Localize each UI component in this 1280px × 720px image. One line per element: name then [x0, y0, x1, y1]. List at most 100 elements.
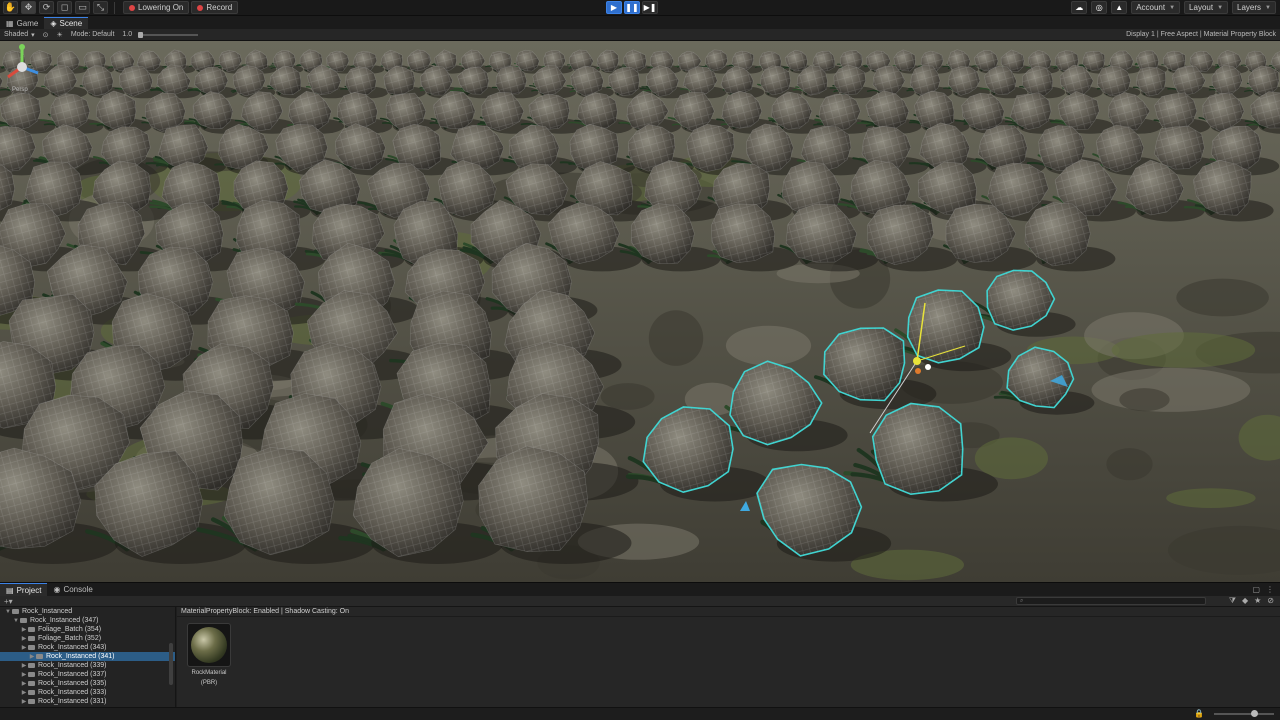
terrain-patch [974, 437, 1048, 480]
toolbar-right: ☁ ◎ ▲ Account ▼ Layout ▼ Layers ▼ [1071, 1, 1276, 14]
2d-toggle-icon[interactable]: ⊙ [39, 31, 53, 39]
project-tree[interactable]: ▼ Rock_Instanced ▼ Rock_Instanced (347) ▶ Fol… [0, 607, 176, 707]
rotate-tool-icon[interactable]: ⟳ [39, 1, 54, 14]
asset-name: RockMaterial [191, 670, 227, 676]
play-icon[interactable]: ▶ [606, 1, 622, 14]
object-icon [28, 636, 35, 641]
lighting-toggle-icon[interactable]: ☀ [53, 31, 67, 39]
tree-item[interactable]: ▶ Foliage_Batch (352) [0, 634, 175, 643]
object-icon [20, 618, 27, 623]
chevron-right-icon[interactable]: ▶ [20, 680, 28, 687]
orientation-gizmo-icon[interactable]: Persp [0, 41, 44, 93]
account-label: Account [1136, 3, 1166, 12]
bottom-panel-tabs: ▤ Project ◉ Console ▢ ⋮ [0, 582, 1280, 596]
thumbnail-size-slider[interactable] [1214, 710, 1274, 717]
status-icons: 🔒 [1194, 709, 1204, 718]
asset-card-material[interactable]: RockMaterial (PBR) [181, 623, 237, 687]
transform-tool-icon[interactable]: ⤡ [93, 1, 108, 14]
maximize-icon[interactable]: ▢ [1252, 585, 1260, 594]
mode-dropdown[interactable]: Mode: Default [67, 31, 119, 38]
status-bar: 🔒 [0, 707, 1280, 720]
material-sphere-icon [191, 627, 227, 663]
tab-game[interactable]: ▦ Game [0, 17, 44, 29]
scene-viewport[interactable]: Persp [0, 41, 1280, 582]
hidden-count-icon[interactable]: ⊘ [1267, 596, 1274, 606]
lock-icon[interactable]: 🔒 [1194, 709, 1204, 718]
tree-item-label: Rock_Instanced (343) [38, 644, 107, 651]
chevron-right-icon[interactable]: ▶ [20, 635, 28, 642]
menu-icon[interactable]: ⋮ [1266, 585, 1274, 594]
chevron-right-icon[interactable]: ▶ [20, 644, 28, 651]
chevron-right-icon[interactable]: ▶ [20, 626, 28, 633]
tree-item-label: Rock_Instanced (347) [30, 617, 99, 624]
chevron-right-icon[interactable]: ▶ [20, 698, 28, 705]
collab-icon[interactable]: ◎ [1091, 1, 1108, 14]
rect-tool-icon[interactable]: ▭ [75, 1, 90, 14]
panel-controls: ▢ ⋮ [1252, 585, 1280, 594]
chevron-right-icon[interactable]: ▶ [20, 689, 28, 696]
scale-slider-track[interactable] [138, 31, 199, 38]
asset-browser: MaterialPropertyBlock: Enabled | Shadow … [177, 607, 1280, 707]
record-button[interactable]: Record [191, 1, 239, 14]
view-tabs: ▦ Game ◈ Scene [0, 16, 1280, 29]
terrain-patch [600, 383, 655, 410]
toolbar-divider [114, 1, 115, 14]
svg-text:Persp: Persp [12, 87, 28, 93]
tree-item[interactable]: ▶ Rock_Instanced (339) [0, 661, 175, 670]
tree-scrollbar[interactable] [169, 643, 173, 685]
star-icon[interactable]: ★ [1254, 596, 1261, 606]
tree-item-label: Rock_Instanced (331) [38, 698, 107, 705]
chevron-down-icon[interactable]: ▼ [4, 609, 12, 615]
tab-game-label: Game [16, 18, 39, 28]
mode-label: Mode: Default [70, 31, 115, 38]
tab-project[interactable]: ▤ Project [0, 583, 48, 596]
tree-item-label: Rock_Instanced (337) [38, 671, 107, 678]
warning-icon[interactable]: ▲ [1111, 1, 1128, 14]
scale-slider[interactable]: 1.0 [118, 31, 202, 38]
tree-item[interactable]: ▶ Rock_Instanced (331) [0, 697, 175, 706]
add-icon[interactable]: +▾ [0, 597, 13, 606]
tree-item-label: Foliage_Batch (352) [38, 635, 102, 642]
layout-dropdown[interactable]: Layout ▼ [1184, 1, 1229, 14]
shading-dropdown[interactable]: Shaded ▾ [0, 31, 39, 39]
label-icon[interactable]: ◆ [1242, 596, 1248, 606]
tree-item-label: Rock_Instanced (335) [38, 680, 107, 687]
scale-tool-icon[interactable]: ◻ [57, 1, 72, 14]
tree-item[interactable]: ▼ Rock_Instanced (347) [0, 616, 175, 625]
tree-item[interactable]: ▶ Foliage_Batch (354) [0, 625, 175, 634]
asset-sub: (PBR) [200, 680, 218, 686]
object-icon [36, 654, 43, 659]
filter-icon[interactable]: ⧩ [1229, 596, 1236, 606]
tree-item[interactable]: ▶ Rock_Instanced (337) [0, 670, 175, 679]
search-input[interactable]: ⌕ [1016, 597, 1206, 605]
step-icon[interactable]: ▶❚ [642, 1, 658, 14]
folder-icon: ▤ [6, 585, 14, 595]
record-button-label: Record [206, 3, 233, 12]
move-tool-icon[interactable]: ✥ [21, 1, 36, 14]
hand-tool-icon[interactable]: ✋ [3, 1, 18, 14]
tree-item[interactable]: ▶ Rock_Instanced (341) [0, 652, 175, 661]
lowering-toggle-button[interactable]: Lowering On [123, 1, 190, 14]
account-dropdown[interactable]: Account ▼ [1131, 1, 1181, 14]
terrain-patch [1166, 488, 1256, 508]
chevron-right-icon[interactable]: ▶ [20, 662, 28, 669]
tree-item[interactable]: ▼ Rock_Instanced [0, 607, 175, 616]
tree-item-label: Foliage_Batch (354) [38, 626, 102, 633]
tree-item[interactable]: ▶ Rock_Instanced (335) [0, 679, 175, 688]
tree-item-label: Rock_Instanced (333) [38, 689, 107, 696]
pause-icon[interactable]: ❚❚ [624, 1, 640, 14]
chevron-down-icon[interactable]: ▼ [12, 618, 20, 624]
tab-scene[interactable]: ◈ Scene [44, 17, 89, 29]
object-icon [28, 663, 35, 668]
cloud-icon[interactable]: ☁ [1071, 1, 1088, 14]
tree-item[interactable]: ▶ Rock_Instanced (333) [0, 688, 175, 697]
chevron-right-icon[interactable]: ▶ [20, 671, 28, 678]
tab-scene-label: Scene [59, 19, 83, 28]
layers-dropdown[interactable]: Layers ▼ [1232, 1, 1276, 14]
material-thumbnail [187, 623, 231, 667]
tab-console[interactable]: ◉ Console [47, 583, 98, 596]
slider-knob[interactable] [1251, 710, 1258, 717]
tree-item[interactable]: ▶ Rock_Instanced (343) [0, 643, 175, 652]
scale-label: 1.0 [122, 31, 133, 38]
chevron-right-icon[interactable]: ▶ [28, 653, 36, 660]
